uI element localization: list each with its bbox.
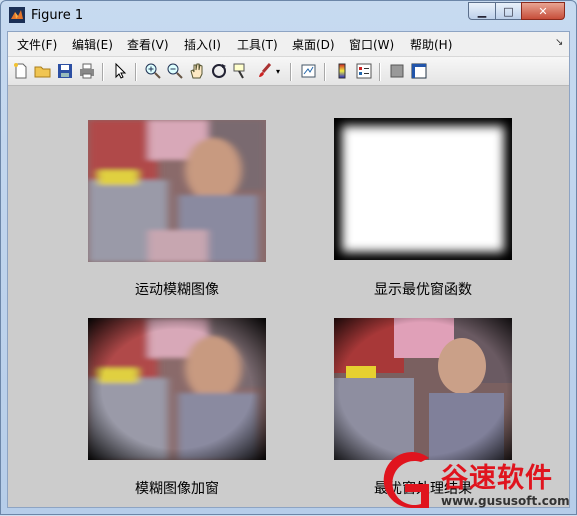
menu-tools[interactable]: 工具(T) [237,36,278,53]
save-icon[interactable] [56,62,74,80]
matlab-logo-icon [9,7,25,23]
caption-optimal-window: 显示最优窗函数 [374,282,472,298]
menu-desktop[interactable]: 桌面(D) [292,36,335,53]
menu-overflow-icon[interactable]: ↘ [555,37,563,48]
subplot-optimal-window-result[interactable] [334,318,512,460]
title-bar[interactable]: Figure 1 ▁ □ ✕ [1,1,576,31]
window-title: Figure 1 [31,8,84,23]
subplot-windowed-blurred-image[interactable] [88,318,266,460]
show-plot-tools-icon[interactable] [410,62,428,80]
zoom-in-icon[interactable] [144,62,162,80]
caption-windowed-blurred-image: 模糊图像加窗 [135,481,219,497]
toolbar-separator [290,63,292,81]
toolbar-separator [324,63,326,81]
close-button[interactable]: ✕ [521,2,565,20]
print-icon[interactable] [78,62,96,80]
gususoft-watermark: 谷速软件 www.gususoft.com [383,452,575,512]
menu-edit[interactable]: 编辑(E) [72,36,113,53]
link-plot-icon[interactable] [300,62,318,80]
figure-canvas[interactable]: 运动模糊图像 显示最优窗函数 模糊图像加窗 [8,86,569,507]
hide-plot-tools-icon[interactable] [388,62,406,80]
optimal-window-function-image [334,118,512,260]
legend-icon[interactable] [355,62,373,80]
maximize-icon: □ [503,4,514,18]
zoom-out-icon[interactable] [166,62,184,80]
rotate-3d-icon[interactable] [210,62,228,80]
brush-dropdown-icon[interactable]: ▾ [276,67,280,76]
minimize-button[interactable]: ▁ [468,2,496,20]
menu-insert[interactable]: 插入(I) [184,36,221,53]
subplot-motion-blurred-image[interactable] [88,120,266,262]
figure-window: Figure 1 ▁ □ ✕ 文件(F) 编辑(E) 查看(V) 插入(I) 工… [0,0,577,515]
minimize-icon: ▁ [477,4,487,18]
figure-client-area: 文件(F) 编辑(E) 查看(V) 插入(I) 工具(T) 桌面(D) 窗口(W… [7,31,570,508]
menu-bar: 文件(F) 编辑(E) 查看(V) 插入(I) 工具(T) 桌面(D) 窗口(W… [8,32,569,56]
watermark-url: www.gususoft.com [441,494,570,508]
toolbar-separator [135,63,137,81]
blurred-photo [88,120,266,262]
open-file-icon[interactable] [34,62,52,80]
colorbar-icon[interactable] [333,62,351,80]
menu-file[interactable]: 文件(F) [17,36,57,53]
caption-motion-blurred-image: 运动模糊图像 [135,282,219,298]
menu-view[interactable]: 查看(V) [127,36,169,53]
subplot-optimal-window[interactable] [334,118,512,260]
menu-help[interactable]: 帮助(H) [410,36,452,53]
pan-hand-icon[interactable] [188,62,206,80]
close-icon: ✕ [538,4,548,18]
toolbar-separator [379,63,381,81]
menu-window[interactable]: 窗口(W) [349,36,394,53]
windowed-blurred-photo [88,318,266,460]
figure-toolbar: ▾ [8,56,569,86]
data-cursor-icon[interactable] [232,62,250,80]
pointer-icon[interactable] [111,62,129,80]
brush-icon[interactable] [256,62,274,80]
new-figure-icon[interactable] [12,62,30,80]
restored-photo [334,318,512,460]
toolbar-separator [102,63,104,81]
watermark-brand: 谷速软件 [441,463,553,494]
maximize-button[interactable]: □ [495,2,522,20]
